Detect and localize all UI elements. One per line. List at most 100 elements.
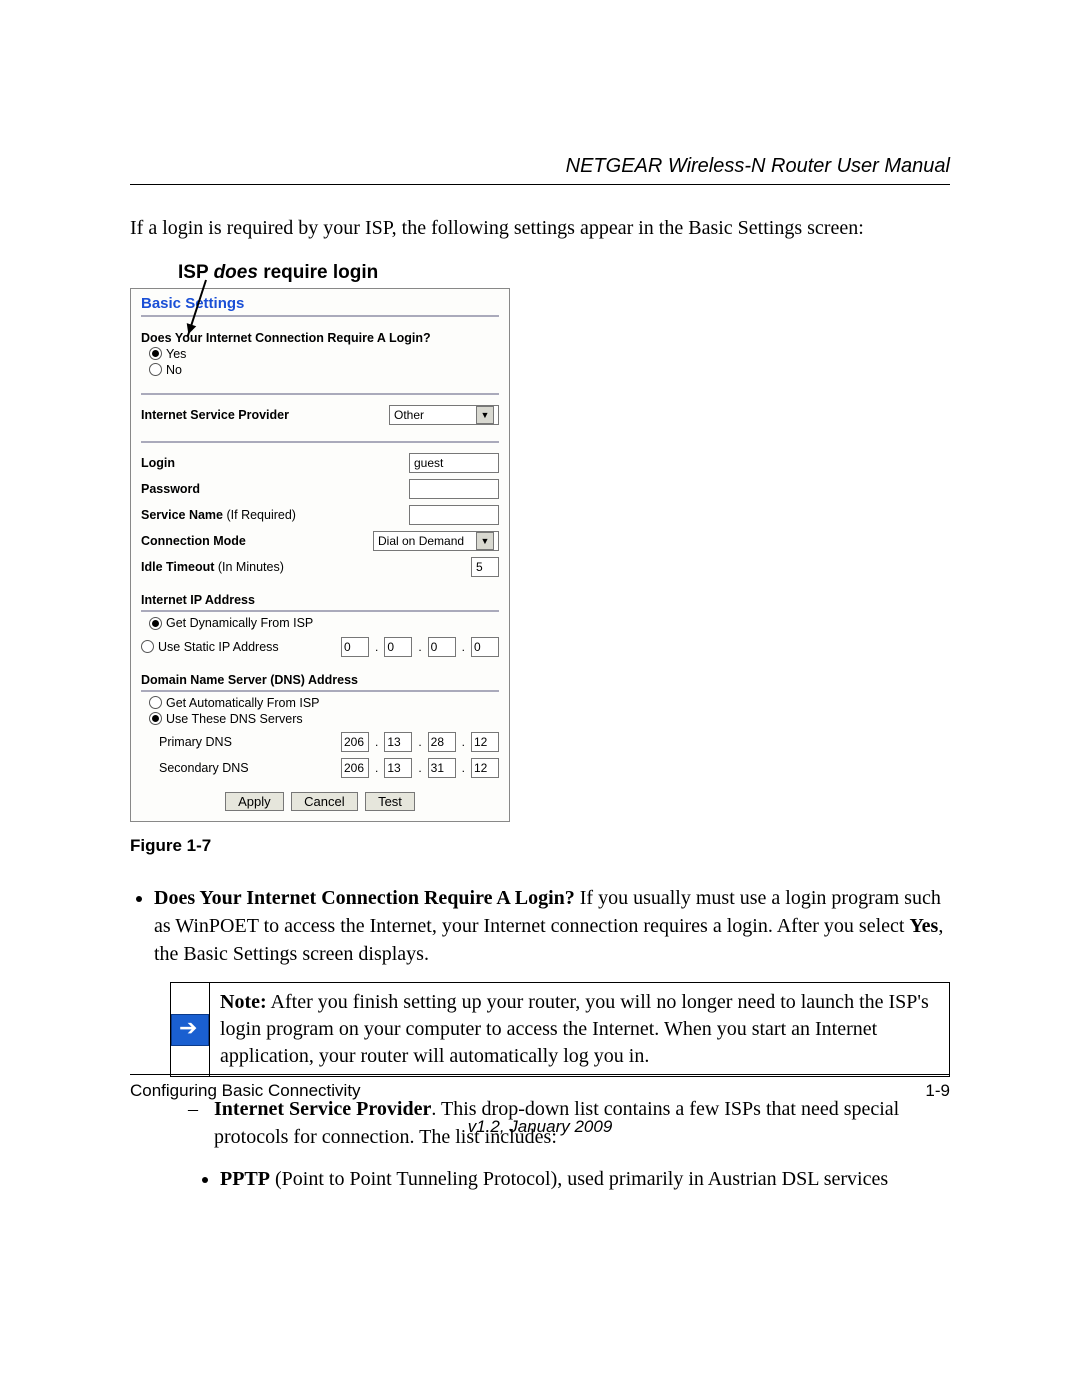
list-item: PPTP (Point to Point Tunneling Protocol)…: [220, 1165, 950, 1193]
ip-dyn-label: Get Dynamically From ISP: [166, 616, 313, 630]
dns-use-row[interactable]: Use These DNS Servers: [149, 712, 499, 726]
pdns-3[interactable]: 28: [428, 732, 456, 752]
sdns-2[interactable]: 13: [384, 758, 412, 778]
dot-icon: .: [418, 735, 421, 749]
b1-bold: Does Your Internet Connection Require A …: [154, 887, 575, 909]
ip-octet-3[interactable]: 0: [428, 637, 456, 657]
login-label: Login: [141, 456, 175, 470]
sdns-3[interactable]: 31: [428, 758, 456, 778]
radio-yes-label: Yes: [166, 347, 186, 361]
radio-no-label: No: [166, 363, 182, 377]
dns-section-head: Domain Name Server (DNS) Address: [141, 673, 499, 692]
idle-label-b: (In Minutes): [218, 560, 284, 574]
sdns-1[interactable]: 206: [341, 758, 369, 778]
idle-timeout-label: Idle Timeout (In Minutes): [141, 560, 284, 574]
note-bold: Note:: [220, 991, 267, 1013]
connection-mode-value: Dial on Demand: [378, 534, 464, 548]
radio-dns-auto[interactable]: [149, 696, 162, 709]
callout-em: does: [214, 262, 258, 283]
figure-wrap: Basic Settings Does Your Internet Connec…: [130, 288, 510, 822]
panel-buttons: Apply Cancel Test: [141, 792, 499, 811]
section-rule: [141, 441, 499, 443]
dot-icon: .: [375, 761, 378, 775]
i1-bold: PPTP: [220, 1168, 270, 1190]
radio-ip-dynamic[interactable]: [149, 617, 162, 630]
dns-use-label: Use These DNS Servers: [166, 712, 303, 726]
svc-label-a: Service Name: [141, 508, 226, 522]
isp-row: Internet Service Provider Other ▼: [141, 405, 499, 425]
pdns-4[interactable]: 12: [471, 732, 499, 752]
callout-prefix: ISP: [178, 262, 214, 283]
secondary-dns-row: Secondary DNS 206. 13. 31. 12: [141, 758, 499, 778]
login-required-question: Does Your Internet Connection Require A …: [141, 331, 499, 345]
cancel-button[interactable]: Cancel: [291, 792, 357, 811]
ip-static-row: Use Static IP Address 0. 0. 0. 0: [141, 637, 499, 657]
service-name-input[interactable]: [409, 505, 499, 525]
ip-dyn-row[interactable]: Get Dynamically From ISP: [149, 616, 499, 630]
dot-icon: .: [462, 640, 465, 654]
apply-button[interactable]: Apply: [225, 792, 284, 811]
static-ip-inputs: 0. 0. 0. 0: [341, 637, 499, 657]
footer-rule: [130, 1074, 950, 1075]
radio-dns-use[interactable]: [149, 712, 162, 725]
login-row: Login guest: [141, 453, 499, 473]
note-text: Note: After you finish setting up your r…: [210, 983, 949, 1076]
ip-octet-1[interactable]: 0: [341, 637, 369, 657]
note-icon-cell: [171, 983, 210, 1076]
radio-yes[interactable]: [149, 347, 162, 360]
login-input[interactable]: guest: [409, 453, 499, 473]
service-name-row: Service Name (If Required): [141, 505, 499, 525]
service-name-label: Service Name (If Required): [141, 508, 296, 522]
connection-mode-row: Connection Mode Dial on Demand ▼: [141, 531, 499, 551]
dot-icon: .: [462, 761, 465, 775]
isp-label: Internet Service Provider: [141, 408, 289, 422]
dropdown-arrow-icon[interactable]: ▼: [476, 406, 494, 424]
i1-rest: (Point to Point Tunneling Protocol), use…: [270, 1168, 888, 1190]
radio-no-row[interactable]: No: [149, 363, 499, 377]
svc-label-b: (If Required): [226, 508, 295, 522]
password-row: Password: [141, 479, 499, 499]
section-rule: [141, 393, 499, 395]
ip-octet-4[interactable]: 0: [471, 637, 499, 657]
idle-timeout-input[interactable]: 5: [471, 557, 499, 577]
page-number: 1-9: [925, 1081, 950, 1101]
ip-static-label: Use Static IP Address: [158, 640, 279, 654]
page-footer: Configuring Basic Connectivity 1-9 v1.2,…: [130, 1074, 950, 1137]
note-rest: After you finish setting up your router,…: [220, 991, 929, 1067]
ip-octet-2[interactable]: 0: [384, 637, 412, 657]
idle-timeout-row: Idle Timeout (In Minutes) 5: [141, 557, 499, 577]
dns-auto-row[interactable]: Get Automatically From ISP: [149, 696, 499, 710]
radio-ip-static[interactable]: [141, 640, 154, 653]
isp-select[interactable]: Other ▼: [389, 405, 499, 425]
dot-icon: .: [375, 640, 378, 654]
sdns-4[interactable]: 12: [471, 758, 499, 778]
ip-section-head: Internet IP Address: [141, 593, 499, 612]
test-button[interactable]: Test: [365, 792, 415, 811]
figure-callout: ISP does require login: [178, 262, 950, 284]
callout-suffix: require login: [258, 262, 378, 283]
dns-auto-label: Get Automatically From ISP: [166, 696, 320, 710]
intro-text: If a login is required by your ISP, the …: [130, 215, 950, 242]
dot-icon: .: [418, 761, 421, 775]
dot-icon: .: [375, 735, 378, 749]
connection-mode-label: Connection Mode: [141, 534, 246, 548]
secondary-dns-inputs: 206. 13. 31. 12: [341, 758, 499, 778]
primary-dns-label: Primary DNS: [159, 735, 232, 749]
pdns-1[interactable]: 206: [341, 732, 369, 752]
radio-yes-row[interactable]: Yes: [149, 347, 499, 361]
idle-label-a: Idle Timeout: [141, 560, 218, 574]
primary-dns-row: Primary DNS 206. 13. 28. 12: [141, 732, 499, 752]
secondary-dns-label: Secondary DNS: [159, 761, 249, 775]
radio-ip-static-wrap[interactable]: Use Static IP Address: [141, 640, 279, 654]
dot-icon: .: [418, 640, 421, 654]
primary-dns-inputs: 206. 13. 28. 12: [341, 732, 499, 752]
footer-left: Configuring Basic Connectivity: [130, 1081, 361, 1101]
basic-settings-panel: Basic Settings Does Your Internet Connec…: [130, 288, 510, 822]
password-label: Password: [141, 482, 200, 496]
connection-mode-select[interactable]: Dial on Demand ▼: [373, 531, 499, 551]
password-input[interactable]: [409, 479, 499, 499]
pdns-2[interactable]: 13: [384, 732, 412, 752]
b1-yes: Yes: [909, 915, 938, 937]
radio-no[interactable]: [149, 363, 162, 376]
dropdown-arrow-icon[interactable]: ▼: [476, 532, 494, 550]
